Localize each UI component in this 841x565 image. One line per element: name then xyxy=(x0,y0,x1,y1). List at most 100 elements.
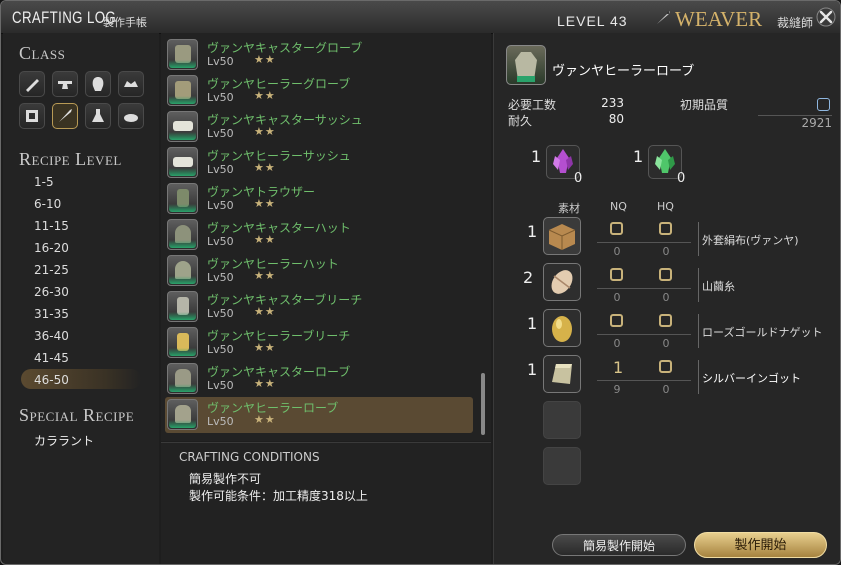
nq-owned: 0 xyxy=(613,245,621,258)
condition-line: 簡易製作不可 xyxy=(189,472,262,486)
divider xyxy=(698,360,699,394)
durability-label: 耐久 xyxy=(508,114,533,128)
sash-icon xyxy=(167,111,198,142)
level-item[interactable]: 1-5 xyxy=(34,175,54,189)
synthesize-button[interactable]: 製作開始 xyxy=(694,532,827,558)
breeches-icon xyxy=(167,291,198,322)
recipe-stars: ★★ xyxy=(254,305,276,318)
armorer-icon xyxy=(92,77,104,91)
level-item[interactable]: 41-45 xyxy=(34,351,69,365)
class-button-weaver[interactable] xyxy=(52,103,78,129)
hat-icon xyxy=(167,255,198,286)
level-item[interactable]: 31-35 xyxy=(34,307,69,321)
hq-selector[interactable] xyxy=(659,268,672,281)
recipe-row[interactable]: ヴァンヤヒーラーハット Lv50 ★★ xyxy=(165,253,473,289)
recipe-row[interactable]: ヴァンヤキャスターサッシュ Lv50 ★★ xyxy=(165,109,473,145)
recipe-name: ヴァンヤキャスターローブ xyxy=(207,365,351,379)
recipe-level: Lv50 xyxy=(207,55,234,68)
class-button-carpenter[interactable] xyxy=(19,71,45,97)
ingredient-qty: 1 xyxy=(527,222,538,241)
recipe-level: Lv50 xyxy=(207,127,234,140)
gold-nugget-icon[interactable] xyxy=(543,309,581,347)
recipe-stars: ★★ xyxy=(254,53,276,66)
recipe-row[interactable]: ヴァンヤキャスターグローブ Lv50 ★★ xyxy=(165,37,473,73)
weaver-needle-icon xyxy=(657,11,670,24)
ingredient-name: 山繭糸 xyxy=(702,280,735,293)
hq-selector[interactable] xyxy=(659,360,672,373)
window-subtitle: 製作手帳 xyxy=(103,16,147,29)
divider xyxy=(698,222,699,256)
condition-line: 製作可能条件：加工精度318以上 xyxy=(189,489,368,503)
initial-quality-checkbox[interactable] xyxy=(817,98,830,111)
glove-icon xyxy=(167,39,198,70)
class-button-alchemist[interactable] xyxy=(85,103,111,129)
crystal-required: 1 xyxy=(633,147,644,166)
recipe-row[interactable]: ヴァンヤヒーラーグローブ Lv50 ★★ xyxy=(165,73,473,109)
blacksmith-icon xyxy=(58,81,72,89)
recipe-stars: ★★ xyxy=(254,269,276,282)
initial-quality-label: 初期品質 xyxy=(680,98,729,112)
class-button-goldsmith[interactable] xyxy=(118,71,144,97)
nq-owned: 0 xyxy=(613,337,621,350)
hq-owned: 0 xyxy=(662,245,670,258)
divider xyxy=(597,380,691,381)
window-title: CRAFTING LOG xyxy=(12,8,117,27)
recipe-row[interactable]: ヴァンヤキャスターローブ Lv50 ★★ xyxy=(165,361,473,397)
quick-synthesis-button[interactable]: 簡易製作開始 xyxy=(552,534,686,556)
level-item[interactable]: 36-40 xyxy=(34,329,69,343)
level-item[interactable]: 21-25 xyxy=(34,263,69,277)
level-item[interactable]: 26-30 xyxy=(34,285,69,299)
silver-ingot-icon[interactable] xyxy=(543,355,581,393)
special-recipe-heading: Special Recipe xyxy=(19,405,135,425)
recipe-row[interactable]: ヴァンヤヒーラーサッシュ Lv50 ★★ xyxy=(165,145,473,181)
leatherworker-icon xyxy=(26,110,38,122)
recipe-row[interactable]: ヴァンヤトラウザー Lv50 ★★ xyxy=(165,181,473,217)
recipe-level: Lv50 xyxy=(207,235,234,248)
breeches-icon xyxy=(167,327,198,358)
close-icon[interactable] xyxy=(816,7,836,27)
nq-selector[interactable] xyxy=(610,314,623,327)
ingredient-qty: 2 xyxy=(523,268,534,287)
empty-ingredient-slot xyxy=(543,447,581,485)
cocoon-thread-icon[interactable] xyxy=(543,263,581,301)
hq-selector[interactable] xyxy=(659,314,672,327)
cloth-bolt-icon[interactable] xyxy=(543,217,581,255)
class-button-culinarian[interactable] xyxy=(118,103,144,129)
trousers-icon xyxy=(167,183,198,214)
special-item-dye[interactable]: カララント xyxy=(34,432,94,449)
recipe-level-heading: Recipe Level xyxy=(19,149,122,169)
recipe-name: ヴァンヤヒーラーブリーチ xyxy=(207,329,351,343)
culinarian-icon xyxy=(124,114,138,122)
nq-selected-count[interactable]: 1 xyxy=(613,358,623,377)
durability-value: 80 xyxy=(608,112,624,126)
goldsmith-icon xyxy=(124,81,138,87)
level-item-selected[interactable]: 46-50 xyxy=(34,373,69,387)
job-name-jp: 裁縫師 xyxy=(777,16,814,30)
class-button-armorer[interactable] xyxy=(85,71,111,97)
nq-selector[interactable] xyxy=(610,222,623,235)
title-bar[interactable]: CRAFTING LOG 製作手帳 LEVEL 43 WEAVER 裁縫師 xyxy=(1,1,840,34)
recipe-stars: ★★ xyxy=(254,161,276,174)
robe-icon xyxy=(506,45,546,85)
ingredient-qty: 1 xyxy=(527,314,538,333)
level-item[interactable]: 11-15 xyxy=(34,219,69,233)
hq-selector[interactable] xyxy=(659,222,672,235)
class-button-blacksmith[interactable] xyxy=(52,71,78,97)
recipe-level: Lv50 xyxy=(207,199,234,212)
nq-selector[interactable] xyxy=(610,268,623,281)
class-heading: Class xyxy=(19,43,66,63)
recipe-row[interactable]: ヴァンヤキャスターハット Lv50 ★★ xyxy=(165,217,473,253)
crafting-log-window: CRAFTING LOG 製作手帳 LEVEL 43 WEAVER 裁縫師 Cl… xyxy=(0,0,841,565)
recipe-row[interactable]: ヴァンヤキャスターブリーチ Lv50 ★★ xyxy=(165,289,473,325)
recipe-row[interactable]: ヴァンヤヒーラーブリーチ Lv50 ★★ xyxy=(165,325,473,361)
level-item[interactable]: 16-20 xyxy=(34,241,69,255)
recipe-row-selected[interactable]: ヴァンヤヒーラーローブ Lv50 ★★ xyxy=(165,397,473,433)
level-item[interactable]: 6-10 xyxy=(34,197,61,211)
initial-quality-value: 2921 xyxy=(801,116,832,130)
job-level: LEVEL 43 xyxy=(557,13,628,29)
recipe-list-scrollbar[interactable] xyxy=(481,373,485,435)
class-button-leatherworker[interactable] xyxy=(19,103,45,129)
item-name: ヴァンヤヒーラーローブ xyxy=(552,64,695,79)
recipe-name: ヴァンヤキャスターサッシュ xyxy=(207,113,363,127)
recipe-stars: ★★ xyxy=(254,413,276,426)
